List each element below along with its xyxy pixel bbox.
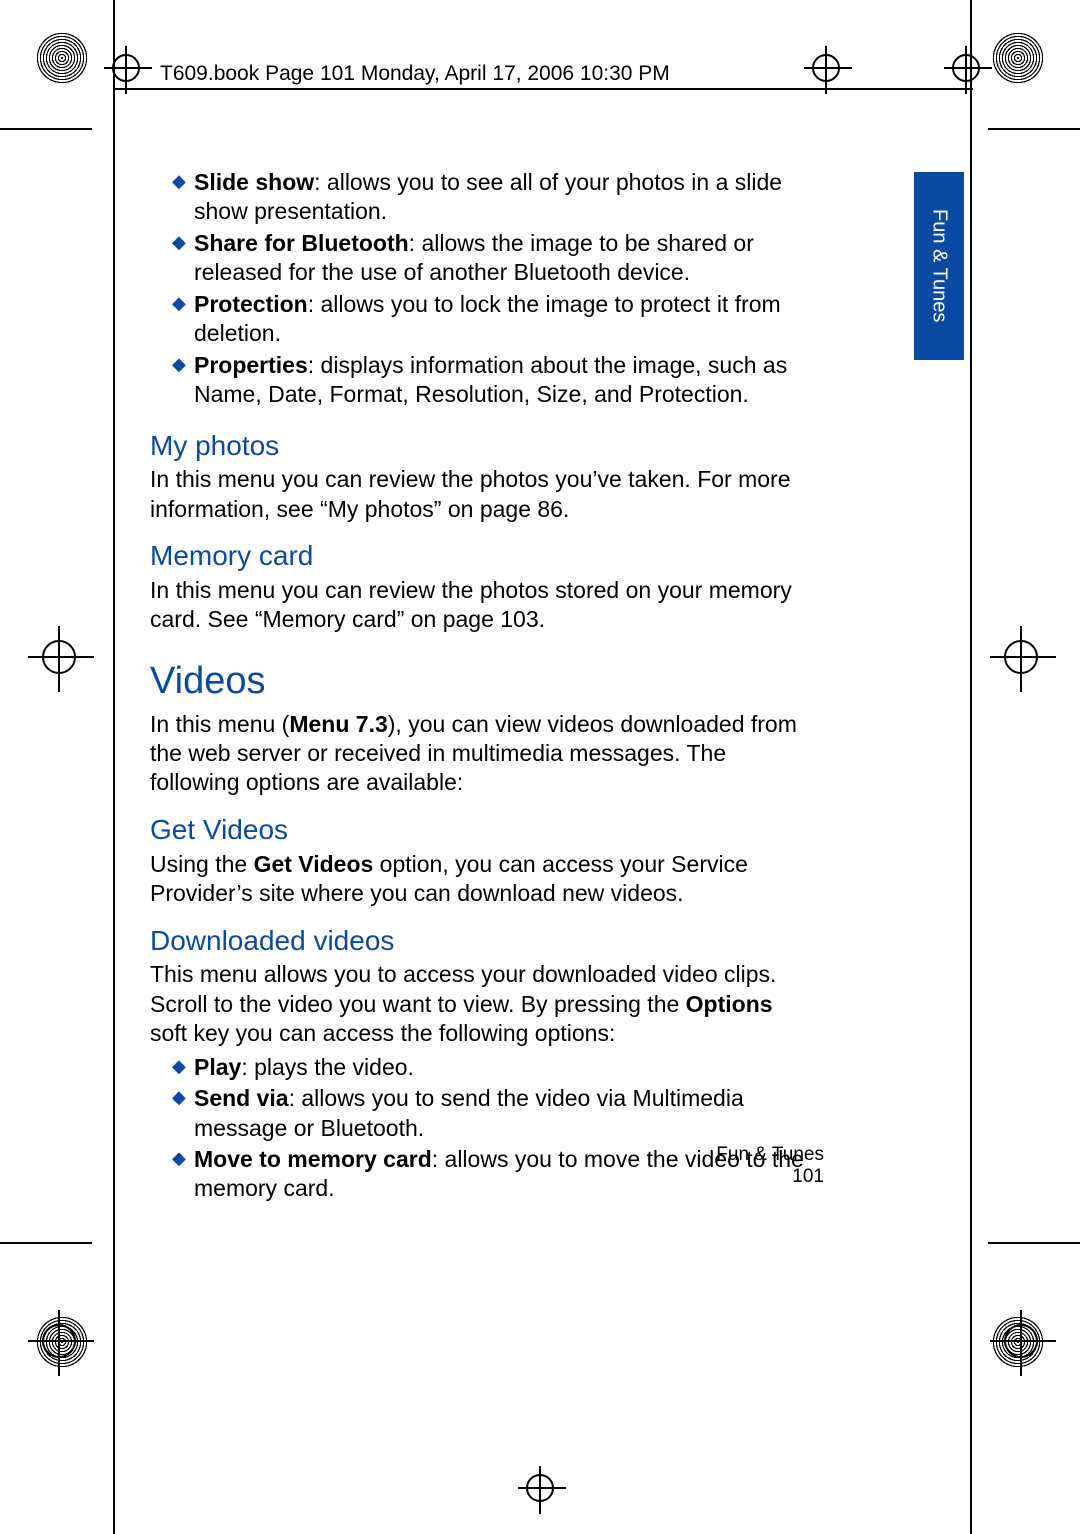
option-text: : plays the video.: [241, 1054, 414, 1080]
body-text: In this menu you can review the photos y…: [150, 465, 810, 524]
crop-rule: [970, 0, 972, 1534]
body-text: In this menu you can review the photos s…: [150, 576, 810, 635]
heading-videos: Videos: [150, 657, 810, 706]
crop-target-icon: [952, 54, 980, 82]
crop-rule: [0, 128, 92, 130]
subheading-get-videos: Get Videos: [150, 812, 810, 848]
list-item: Protection: allows you to lock the image…: [172, 290, 810, 349]
footer-section: Fun & Tunes: [716, 1144, 824, 1165]
image-options-list: Slide show: allows you to see all of you…: [172, 168, 810, 410]
crop-target-icon: [1004, 1324, 1038, 1358]
option-term: Play: [194, 1054, 241, 1080]
option-term: Send via: [194, 1085, 289, 1111]
body-text: This menu allows you to access your down…: [150, 960, 810, 1048]
section-tab: Fun & Tunes: [914, 172, 964, 360]
crop-rule: [988, 1242, 1080, 1244]
subheading-downloaded-videos: Downloaded videos: [150, 923, 810, 959]
crop-target-icon: [526, 1474, 554, 1502]
crop-rule: [0, 1242, 92, 1244]
crop-target-icon: [812, 54, 840, 82]
option-term: Slide show: [194, 169, 314, 195]
option-term: Share for Bluetooth: [194, 230, 409, 256]
crop-rule: [988, 128, 1080, 130]
list-item: Play: plays the video.: [172, 1053, 810, 1082]
crop-swirl-icon: [36, 32, 88, 84]
crop-rule: [113, 0, 115, 1534]
crop-target-icon: [112, 54, 140, 82]
crop-swirl-icon: [992, 32, 1044, 84]
crop-swirl-icon: [992, 1316, 1044, 1368]
subheading-my-photos: My photos: [150, 428, 810, 464]
option-term: Properties: [194, 352, 308, 378]
crop-swirl-icon: [36, 1316, 88, 1368]
page-content: Slide show: allows you to see all of you…: [150, 168, 810, 1222]
body-text: In this menu (Menu 7.3), you can view vi…: [150, 710, 810, 798]
crop-rule: [113, 88, 973, 90]
crop-target-icon: [42, 1324, 76, 1358]
list-item: Properties: displays information about t…: [172, 351, 810, 410]
list-item: Move to memory card: allows you to move …: [172, 1145, 810, 1204]
crop-target-icon: [42, 640, 76, 674]
subheading-memory-card: Memory card: [150, 538, 810, 574]
page-footer: Fun & Tunes 101: [716, 1144, 824, 1188]
crop-target-icon: [1004, 640, 1038, 674]
list-item: Share for Bluetooth: allows the image to…: [172, 229, 810, 288]
option-term: Move to memory card: [194, 1146, 432, 1172]
option-term: Protection: [194, 291, 308, 317]
page-number: 101: [716, 1166, 824, 1188]
body-text: Using the Get Videos option, you can acc…: [150, 850, 810, 909]
list-item: Slide show: allows you to see all of you…: [172, 168, 810, 227]
list-item: Send via: allows you to send the video v…: [172, 1084, 810, 1143]
video-options-list: Play: plays the video. Send via: allows …: [172, 1053, 810, 1204]
print-header: T609.book Page 101 Monday, April 17, 200…: [160, 62, 670, 86]
